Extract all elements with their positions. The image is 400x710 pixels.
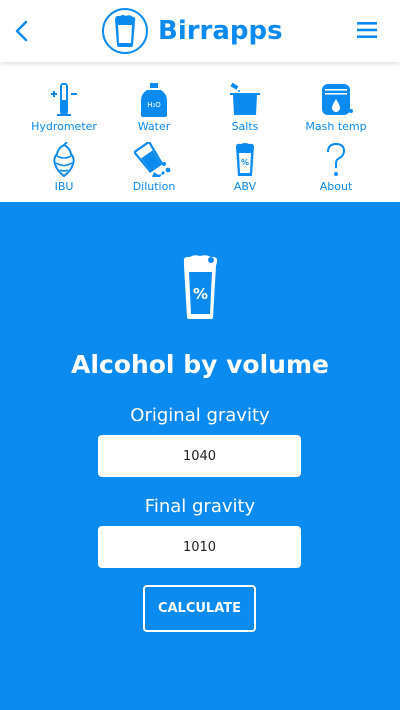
tool-label: ABV: [233, 180, 257, 193]
hamburger-menu-icon: [357, 22, 377, 38]
question-mark-icon: [288, 138, 384, 178]
svg-text:%: %: [241, 158, 249, 167]
page-title: Alcohol by volume: [71, 350, 329, 379]
tool-label: Hydrometer: [31, 120, 97, 133]
beer-glass-percent-icon: %: [178, 254, 222, 320]
hydrometer-icon: [16, 78, 112, 118]
svg-text:%: %: [193, 285, 208, 303]
tool-abv[interactable]: % ABV: [197, 138, 293, 194]
tool-hydrometer[interactable]: Hydrometer: [16, 78, 112, 134]
tool-label: IBU: [54, 180, 74, 193]
tool-mash-temp[interactable]: Mash temp: [288, 78, 384, 134]
salts-pot-icon: [197, 78, 293, 118]
tool-label: About: [319, 180, 353, 193]
hop-icon: [16, 138, 112, 178]
final-gravity-input[interactable]: [98, 526, 301, 568]
abv-glass-icon: %: [197, 138, 293, 178]
chevron-left-icon: [15, 20, 28, 42]
back-button[interactable]: [12, 18, 32, 44]
tools-grid: Hydrometer H₂O Water Salts Mash temp IBU…: [0, 62, 400, 202]
tool-about[interactable]: About: [288, 138, 384, 194]
tool-ibu[interactable]: IBU: [16, 138, 112, 194]
app-header: Birrapps: [0, 0, 400, 62]
app-title: Birrapps: [158, 16, 283, 46]
mash-tun-icon: [288, 78, 384, 118]
tool-salts[interactable]: Salts: [197, 78, 293, 134]
tool-dilution[interactable]: Dilution: [106, 138, 202, 194]
svg-text:H₂O: H₂O: [147, 101, 161, 109]
original-gravity-input[interactable]: [98, 435, 301, 477]
tool-label: Water: [137, 120, 171, 133]
abv-calculator: % Alcohol by volume Original gravity Fin…: [0, 202, 400, 710]
final-gravity-label: Final gravity: [144, 496, 256, 517]
tool-water[interactable]: H₂O Water: [106, 78, 202, 134]
calculate-button[interactable]: CALCULATE: [143, 585, 256, 632]
water-jug-icon: H₂O: [106, 78, 202, 118]
tool-label: Salts: [231, 120, 259, 133]
brand: Birrapps: [102, 6, 283, 56]
original-gravity-label: Original gravity: [130, 405, 270, 426]
tool-label: Mash temp: [305, 120, 367, 133]
tool-label: Dilution: [132, 180, 176, 193]
beer-glass-icon: [102, 8, 148, 54]
menu-button[interactable]: [356, 19, 378, 41]
dilution-pour-icon: [106, 138, 202, 178]
